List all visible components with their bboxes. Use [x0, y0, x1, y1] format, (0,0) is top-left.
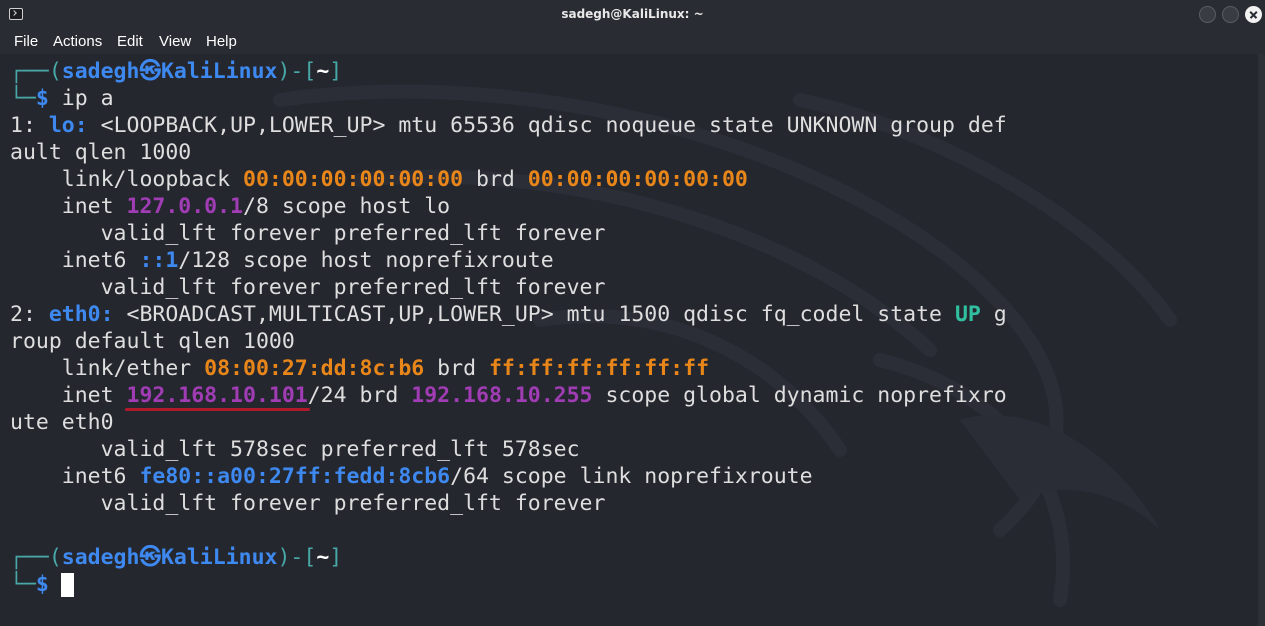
- output-eth-valid: valid_lft 578sec preferred_lft 578sec: [10, 437, 580, 462]
- output-eth-inet6: inet6 fe80::a00:27ff:fedd:8cb6/64 scope …: [10, 463, 813, 490]
- prompt2-tree-bottom: └─: [10, 572, 36, 597]
- close-button[interactable]: [1245, 6, 1262, 23]
- prompt-dollar: $: [35, 86, 49, 111]
- eth-brd-label: brd: [424, 356, 489, 381]
- lo-ipv6-rest: /128 scope host noprefixroute: [178, 248, 554, 273]
- lo-ipv6: ::1: [139, 248, 179, 273]
- eth-state-up: UP: [954, 302, 981, 327]
- prompt-bracket-end: ]: [329, 59, 343, 84]
- eth-name: eth0:: [48, 302, 114, 327]
- prompt2-path: ~: [316, 545, 330, 570]
- window-title: sadegh@KaliLinux: ~: [561, 7, 704, 21]
- eth-index: 2:: [10, 302, 49, 327]
- prompt-host: KaliLinux: [160, 59, 278, 84]
- lo-inet-label: inet: [10, 194, 127, 219]
- eth-broadcast-ip: 192.168.10.255: [411, 383, 593, 408]
- ip-highlight-underline: [125, 408, 310, 411]
- eth-ipv4-mid: /24 brd: [307, 383, 412, 408]
- prompt2-tree: ┌──(: [10, 545, 62, 570]
- lo-ipv4-rest: /8 scope host lo: [243, 194, 451, 219]
- output-lo-valid6: valid_lft forever preferred_lft forever: [10, 275, 606, 300]
- title-bar: sadegh@KaliLinux: ~: [0, 0, 1265, 29]
- lo-link-label: link/loopback: [10, 167, 243, 192]
- lo-flags: <LOOPBACK,UP,LOWER_UP> mtu 65536 qdisc n…: [87, 113, 1007, 138]
- menu-help[interactable]: Help: [206, 33, 237, 50]
- eth-flags: <BROADCAST,MULTICAST,UP,LOWER_UP> mtu 15…: [113, 302, 955, 327]
- prompt-tree: ┌──(: [10, 59, 62, 84]
- output-lo-header-wrap: ault qlen 1000: [10, 140, 192, 165]
- eth-ipv4-rest: scope global dynamic noprefixro: [592, 383, 1007, 408]
- lo-index: 1:: [10, 113, 49, 138]
- menu-bar: File Actions Edit View Help: [0, 29, 1265, 54]
- lo-name: lo:: [48, 113, 88, 138]
- prompt2-separator: )-[: [277, 545, 317, 570]
- terminal-output[interactable]: ┌──(sadegh㉿KaliLinux)-[~] └─$ ip a 1: lo…: [0, 54, 1258, 626]
- prompt2-user: sadegh: [61, 545, 140, 570]
- eth-flags-end: g: [980, 302, 1007, 327]
- lo-brd-label: brd: [463, 167, 528, 192]
- prompt2-line-top: ┌──(sadegh㉿KaliLinux)-[~]: [10, 544, 342, 571]
- output-eth-inet: inet 192.168.10.101/24 brd 192.168.10.25…: [10, 382, 1007, 409]
- terminal-window: sadegh@KaliLinux: ~ File Actions Edit Vi…: [0, 0, 1265, 626]
- eth-mac: 08:00:27:dd:8c:b6: [204, 356, 425, 381]
- kali-dragon-watermark: [273, 84, 1177, 607]
- maximize-button[interactable]: [1222, 6, 1239, 23]
- output-lo-header: 1: lo: <LOOPBACK,UP,LOWER_UP> mtu 65536 …: [10, 112, 1007, 139]
- eth-inet-label: inet: [10, 383, 127, 408]
- prompt2-dollar: $: [35, 572, 49, 597]
- prompt-tree-bottom: └─: [10, 86, 36, 111]
- output-eth-valid6: valid_lft forever preferred_lft forever: [10, 491, 606, 516]
- output-eth-header: 2: eth0: <BROADCAST,MULTICAST,UP,LOWER_U…: [10, 301, 1007, 328]
- output-eth-link: link/ether 08:00:27:dd:8c:b6 brd ff:ff:f…: [10, 355, 709, 382]
- output-eth-header-wrap: roup default qlen 1000: [10, 329, 295, 354]
- menu-actions[interactable]: Actions: [53, 33, 102, 50]
- menu-file[interactable]: File: [14, 33, 38, 50]
- eth-ipv6-rest: /64 scope link noprefixroute: [450, 464, 813, 489]
- eth-link-label: link/ether: [10, 356, 205, 381]
- terminal-cursor: [61, 573, 74, 597]
- eth-ipv4: 192.168.10.101: [126, 383, 308, 408]
- menu-view[interactable]: View: [159, 33, 191, 50]
- lo-brd-mac: 00:00:00:00:00:00: [527, 167, 748, 192]
- lo-inet6-label: inet6: [10, 248, 140, 273]
- prompt-path: ~: [316, 59, 330, 84]
- output-lo-inet: inet 127.0.0.1/8 scope host lo: [10, 193, 450, 220]
- prompt-user: sadegh: [61, 59, 140, 84]
- prompt2-host: KaliLinux: [160, 545, 278, 570]
- prompt2-line-command: └─$: [10, 571, 49, 598]
- output-lo-inet6: inet6 ::1/128 scope host noprefixroute: [10, 247, 554, 274]
- output-eth-inet-wrap: ute eth0: [10, 410, 114, 435]
- minimize-button[interactable]: [1199, 6, 1216, 23]
- lo-ipv4: 127.0.0.1: [126, 194, 244, 219]
- typed-command: ip a: [61, 86, 114, 111]
- prompt2-at-symbol: ㉿: [139, 545, 161, 570]
- prompt2-bracket-end: ]: [329, 545, 343, 570]
- eth-inet6-label: inet6: [10, 464, 140, 489]
- menu-edit[interactable]: Edit: [117, 33, 143, 50]
- eth-ipv6: fe80::a00:27ff:fedd:8cb6: [139, 464, 451, 489]
- output-lo-valid: valid_lft forever preferred_lft forever: [10, 221, 606, 246]
- output-lo-link: link/loopback 00:00:00:00:00:00 brd 00:0…: [10, 166, 748, 193]
- prompt-line-command: └─$ ip a: [10, 85, 114, 112]
- eth-brd-mac: ff:ff:ff:ff:ff:ff: [488, 356, 710, 381]
- lo-mac: 00:00:00:00:00:00: [243, 167, 464, 192]
- prompt-separator: )-[: [277, 59, 317, 84]
- prompt-at-symbol: ㉿: [139, 59, 161, 84]
- prompt-line-top: ┌──(sadegh㉿KaliLinux)-[~]: [10, 58, 342, 85]
- vertical-scrollbar[interactable]: [1258, 54, 1265, 626]
